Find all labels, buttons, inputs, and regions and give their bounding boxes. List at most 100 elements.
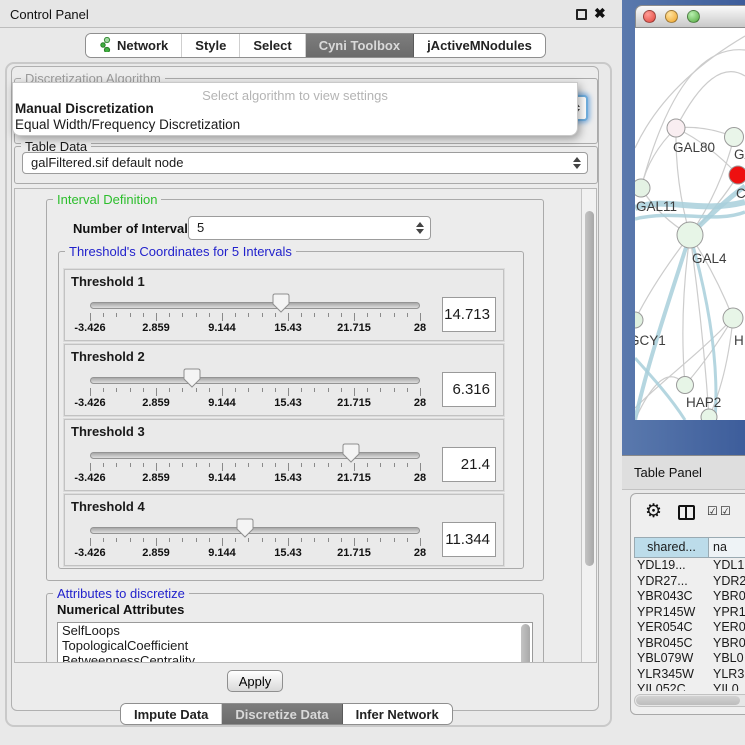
node-label: C [736, 186, 745, 201]
network-icon [99, 37, 112, 55]
close-icon[interactable]: ✖ [594, 5, 606, 22]
table-hscrollbar-thumb[interactable] [636, 696, 740, 705]
dropdown-option-equal-width[interactable]: Equal Width/Frequency Discretization [13, 117, 577, 133]
network-node[interactable] [701, 409, 717, 420]
tab-label: Infer Network [356, 707, 439, 722]
network-node-gal4[interactable] [677, 222, 703, 248]
tab-label: Cyni Toolbox [319, 38, 400, 53]
network-node-gal80[interactable] [667, 119, 685, 137]
table-row[interactable]: YDL19...YDL1 [634, 558, 745, 574]
checkbox-icon[interactable]: ☑ [707, 504, 718, 518]
threshold-label: Threshold 4 [71, 499, 145, 514]
threshold-label: Threshold 3 [71, 424, 145, 439]
network-node-c[interactable] [729, 166, 745, 184]
close-traffic-light-icon[interactable] [643, 10, 656, 23]
interval-definition-title: Interval Definition [53, 192, 161, 207]
tick-label: 9.144 [208, 547, 236, 559]
table-row[interactable]: YBR043CYBR0 [634, 589, 745, 605]
tab-select[interactable]: Select [240, 34, 305, 57]
control-panel-titlebar: Control Panel ✖ [0, 0, 625, 28]
checkbox-icon[interactable]: ☑ [720, 504, 731, 518]
tab-cyni-toolbox[interactable]: Cyni Toolbox [306, 34, 414, 57]
attribute-item[interactable]: SelfLoops [58, 623, 532, 638]
tick-label: 2.859 [142, 322, 170, 334]
slider-handle[interactable] [342, 443, 360, 463]
table-row[interactable]: YBL079WYBL0 [634, 651, 745, 667]
slider-track[interactable] [90, 527, 420, 534]
tab-label: Network [117, 38, 168, 53]
attribute-item[interactable]: TopologicalCoefficient [58, 638, 532, 653]
tick-label: 28 [414, 397, 426, 409]
numerical-attributes-label: Numerical Attributes [57, 602, 184, 617]
numerical-attributes-list[interactable]: SelfLoopsTopologicalCoefficientBetweenne… [57, 622, 533, 663]
float-window-icon[interactable] [576, 9, 587, 20]
network-node-gal11[interactable] [635, 179, 650, 197]
network-node-gcy1[interactable] [635, 312, 643, 328]
table-row[interactable]: YER054CYER0 [634, 620, 745, 636]
zoom-traffic-light-icon[interactable] [687, 10, 700, 23]
network-node-hap2[interactable] [677, 377, 694, 394]
tab-jactivemnodules[interactable]: jActiveMNodules [414, 34, 545, 57]
column-header-shared-name[interactable]: shared... [635, 538, 709, 557]
table-row[interactable]: YIL052CYIL0 [634, 682, 745, 691]
algorithm-dropdown-popup: Select algorithm to view settings Manual… [12, 82, 578, 136]
cell-shared-name: YLR345W [634, 667, 709, 683]
threshold-value-field[interactable]: 21.4 [442, 447, 496, 482]
cell-shared-name: YDR27... [634, 574, 709, 590]
minimize-traffic-light-icon[interactable] [665, 10, 678, 23]
columns-icon[interactable] [678, 505, 695, 520]
threshold-value-field[interactable]: 11.344 [442, 522, 496, 557]
tab-label: jActiveMNodules [427, 38, 532, 53]
threshold-value-field[interactable]: 6.316 [442, 372, 496, 407]
network-window-titlebar [635, 5, 745, 28]
slider-handle[interactable] [236, 518, 254, 538]
dropdown-placeholder: Select algorithm to view settings [13, 83, 577, 101]
dropdown-option-manual[interactable]: Manual Discretization [13, 101, 577, 117]
table-header-row: shared... na [634, 537, 745, 558]
settings-vertical-scrollbar[interactable] [581, 189, 597, 663]
table-data-combobox[interactable]: galFiltered.sif default node [22, 152, 588, 174]
num-intervals-label: Number of Intervals [73, 221, 195, 236]
attribute-list-scrollbar[interactable] [521, 624, 530, 663]
attribute-item[interactable]: BetweennessCentrality [58, 653, 532, 663]
table-row[interactable]: YPR145WYPR1 [634, 605, 745, 621]
gear-icon[interactable]: ⚙ [645, 500, 662, 523]
num-intervals-combobox[interactable]: 5 [188, 216, 431, 240]
settings-scrollbar-thumb[interactable] [585, 211, 594, 566]
threshold-value-field[interactable]: 14.713 [442, 297, 496, 332]
tab-style[interactable]: Style [182, 34, 240, 57]
table-horizontal-scrollbar[interactable] [634, 694, 745, 707]
tab-network[interactable]: Network [86, 34, 182, 57]
tick-label: 28 [414, 322, 426, 334]
network-node-h[interactable] [723, 308, 743, 328]
cell-name: YBR0 [709, 589, 745, 605]
slider-track[interactable] [90, 452, 420, 459]
table-row[interactable]: YBR045CYBR0 [634, 636, 745, 652]
network-node-ga[interactable] [725, 128, 744, 147]
network-canvas[interactable]: GAL80GACGAL11GAL4GCY1HHAP2 [635, 28, 745, 420]
slider-track[interactable] [90, 377, 420, 384]
column-header-name[interactable]: na [709, 538, 745, 557]
top-tab-bar: Network StyleSelect Cyni Toolbox jActiveMNo… [85, 33, 546, 58]
combo-spinner-icon [416, 220, 424, 236]
tab-impute-data[interactable]: Impute Data [121, 704, 222, 724]
cell-shared-name: YIL052C [634, 682, 709, 691]
table-panel-title: Table Panel [634, 465, 702, 480]
table-row[interactable]: YDR27...YDR2 [634, 574, 745, 590]
tick-label: 15.43 [274, 397, 302, 409]
node-label: GAL4 [692, 251, 727, 266]
slider-handle[interactable] [272, 293, 290, 313]
tab-infer-network[interactable]: Infer Network [343, 704, 452, 724]
cell-shared-name: YBR045C [634, 636, 709, 652]
slider-ticks [90, 388, 420, 396]
tab-discretize-data[interactable]: Discretize Data [222, 704, 342, 724]
apply-button[interactable]: Apply [227, 670, 283, 692]
slider-track[interactable] [90, 302, 420, 309]
slider-handle[interactable] [183, 368, 201, 388]
threshold-label: Threshold 2 [71, 349, 145, 364]
table-row[interactable]: YLR345WYLR3 [634, 667, 745, 683]
node-label: GA [734, 147, 745, 162]
tick-label: 28 [414, 472, 426, 484]
num-intervals-value: 5 [197, 220, 204, 235]
panel-title: Control Panel [10, 7, 89, 22]
